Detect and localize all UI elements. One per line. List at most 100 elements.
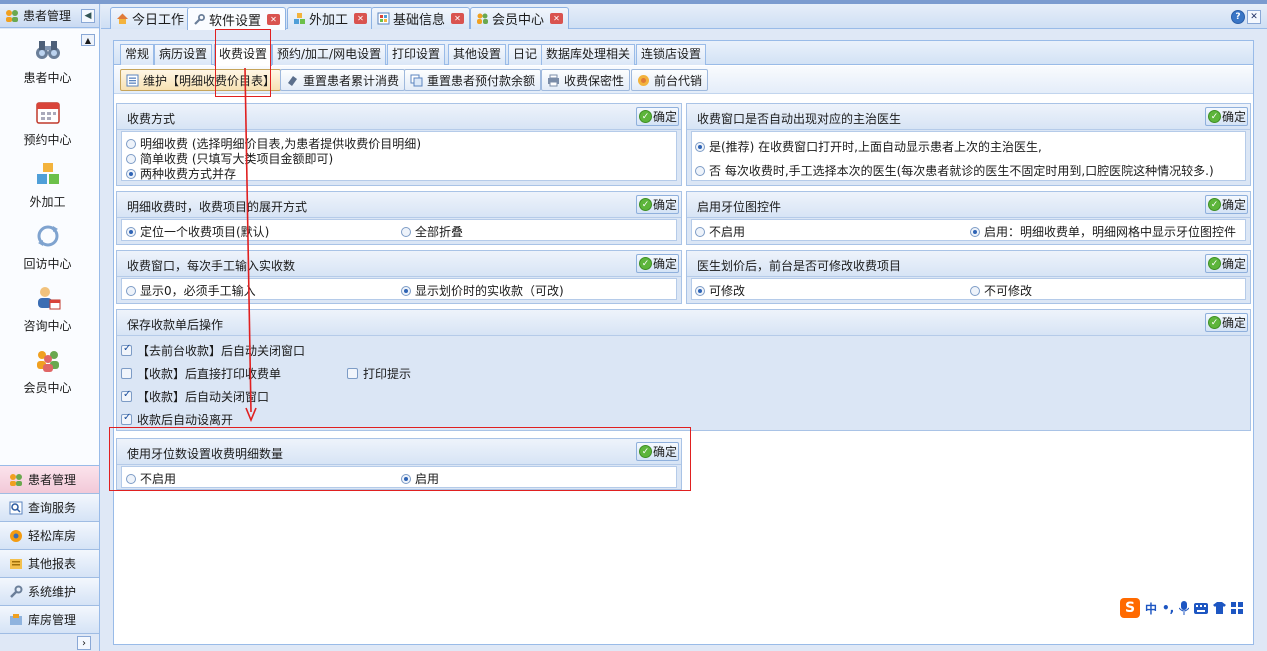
subtab-print[interactable]: 打印设置 xyxy=(387,44,446,65)
confirm-label: 确定 xyxy=(653,257,678,271)
group-after-save: 保存收款单后操作 ✓确定 【去前台收款】后自动关闭窗口 【收款】后直接打印收费单… xyxy=(116,309,1251,431)
help-icon[interactable]: ? xyxy=(1231,10,1245,24)
check-circle-icon: ✓ xyxy=(1208,198,1221,211)
settings-groups: 收费方式 ✓ 确定 明细收费 (选择明细价目表,为患者提供收费价目明细) 简单收费… xyxy=(116,103,1253,490)
list-icon xyxy=(126,74,139,86)
subtab-general[interactable]: 常规 xyxy=(120,44,155,65)
module-outsourcing[interactable]: 外加工 xyxy=(0,161,95,210)
module-label: 外加工 xyxy=(29,195,66,209)
ime-toolbar[interactable]: S 中 •, xyxy=(1120,597,1244,619)
option-label: 两种收费方式并存 xyxy=(140,167,237,181)
group-body: 可修改 不可修改 xyxy=(691,278,1246,300)
option-label: 否 每次收费时,手工选择本次的医生(每次患者就诊的医生不固定时用到,口腔医院这种… xyxy=(709,164,1214,178)
radio-not-modifiable[interactable]: 不可修改 xyxy=(970,282,1032,299)
confirm-button[interactable]: ✓ 确定 xyxy=(1205,107,1248,126)
reset-prepaid-button[interactable]: 重置患者预付款余额 xyxy=(404,69,542,91)
radio-both-fee[interactable]: 两种收费方式并存 xyxy=(126,165,236,182)
accordion-storage-management[interactable]: 库房管理 xyxy=(0,606,99,634)
option-label: 全部折叠 xyxy=(415,225,464,239)
module-follow-up-center[interactable]: 回访中心 xyxy=(0,223,95,272)
radio-auto-doctor[interactable]: 是(推荐) 在收费窗口打开时,上面自动显示患者上次的主治医生, xyxy=(695,138,1042,155)
front-consignment-button[interactable]: 前台代销 xyxy=(631,69,709,91)
sidebar-header: 患者管理 ◀ xyxy=(0,4,99,28)
module-patient-center[interactable]: 患者中心 xyxy=(0,37,95,86)
accordion-system-maintenance[interactable]: 系统维护 xyxy=(0,578,99,606)
info-icon xyxy=(377,12,390,25)
tab-label: 会员中心 xyxy=(492,13,545,28)
radio-manual-doctor[interactable]: 否 每次收费时,手工选择本次的医生(每次患者就诊的医生不固定时用到,口腔医院这种… xyxy=(695,162,1214,179)
tab-outsourcing[interactable]: 外加工 ✕ xyxy=(287,7,374,29)
reset-consumption-button[interactable]: 重置患者累计消费 xyxy=(280,69,406,91)
cubes-icon xyxy=(294,13,305,24)
radio-tooth-chart-off[interactable]: 不启用 xyxy=(695,223,745,240)
option-label: 【去前台收款】后自动关闭窗口 xyxy=(137,344,306,358)
query-icon xyxy=(9,501,23,514)
radio-show-priced-amount[interactable]: 显示划价时的实收款（可改) xyxy=(401,282,564,299)
subtab-database[interactable]: 数据库处理相关 xyxy=(541,44,636,65)
group-header: 收费窗口是否自动出现对应的主治医生 ✓ 确定 xyxy=(687,104,1250,130)
skin-icon xyxy=(1213,602,1227,614)
close-all-icon[interactable]: ✕ xyxy=(1247,10,1261,24)
confirm-button[interactable]: ✓ 确定 xyxy=(1205,195,1248,214)
radio-icon xyxy=(401,226,411,237)
module-appointment-center[interactable]: 预约中心 xyxy=(0,99,95,148)
accordion-label: 系统维护 xyxy=(28,585,77,599)
check-close-after-collect[interactable]: 【收款】后自动关闭窗口 xyxy=(121,388,269,405)
consult-icon xyxy=(37,287,60,310)
close-tab-icon[interactable]: ✕ xyxy=(451,13,465,24)
confirm-button[interactable]: ✓ 确定 xyxy=(636,195,679,214)
home-icon xyxy=(117,13,128,24)
group-header: 医生划价后，前台是否可修改收费项目 ✓ 确定 xyxy=(687,251,1250,277)
subtab-appointment[interactable]: 预约/加工/网电设置 xyxy=(272,44,387,65)
radio-collapse-all[interactable]: 全部折叠 xyxy=(401,223,463,240)
confirm-button[interactable]: ✓ 确定 xyxy=(1205,313,1248,332)
tab-basic-info[interactable]: 基础信息 ✕ xyxy=(371,7,471,29)
check-close-after-front-collect[interactable]: 【去前台收款】后自动关闭窗口 xyxy=(121,342,305,359)
tab-member-center[interactable]: 会员中心 ✕ xyxy=(470,7,570,29)
patients-icon xyxy=(6,9,18,22)
module-label: 咨询中心 xyxy=(23,319,72,333)
accordion-query-service[interactable]: 查询服务 xyxy=(0,494,99,522)
group-title: 保存收款单后操作 xyxy=(127,318,224,332)
confirm-button[interactable]: ✓ 确定 xyxy=(1205,254,1248,273)
module-label: 回访中心 xyxy=(23,257,72,271)
close-tab-icon[interactable]: ✕ xyxy=(267,13,281,25)
group-title: 启用牙位图控件 xyxy=(697,200,782,214)
subtab-other[interactable]: 其他设置 xyxy=(448,44,507,65)
group-header: 收费方式 ✓ 确定 xyxy=(117,104,681,130)
check-print-after-collect[interactable]: 【收款】后直接打印收费单 xyxy=(121,365,281,382)
tab-label: 软件设置 xyxy=(209,13,262,29)
radio-icon xyxy=(695,165,705,176)
settings-subtabs: 常规 病历设置 收费设置 预约/加工/网电设置 打印设置 其他设置 日记 数据库… xyxy=(114,41,1253,66)
tab-software-settings[interactable]: 软件设置 ✕ xyxy=(187,7,287,30)
confirm-button[interactable]: ✓ 确定 xyxy=(636,254,679,273)
expand-more-button[interactable]: › xyxy=(77,636,91,650)
option-label: 可修改 xyxy=(709,284,746,298)
accordion-easy-warehouse[interactable]: 轻松库房 xyxy=(0,522,99,550)
module-consult-center[interactable]: 咨询中心 xyxy=(0,285,95,334)
radio-locate-item[interactable]: 定位一个收费项目(默认) xyxy=(126,223,269,240)
accordion-patient-management[interactable]: 患者管理 xyxy=(0,466,99,494)
confirm-button[interactable]: ✓ 确定 xyxy=(636,107,679,126)
collapse-sidebar-button[interactable]: ◀ xyxy=(81,8,95,23)
module-list: ▲ 患者中心 预约中心 外加工 回访中心 咨询中心 会员中心 xyxy=(0,29,99,466)
option-label: 显示划价时的实收款（可改) xyxy=(415,284,564,298)
tab-today-work[interactable]: 今日工作 xyxy=(110,7,191,29)
check-print-prompt[interactable]: 打印提示 xyxy=(347,365,411,382)
subtab-chain-store[interactable]: 连锁店设置 xyxy=(636,44,707,65)
close-tab-icon[interactable]: ✕ xyxy=(354,13,368,24)
subtab-record[interactable]: 病历设置 xyxy=(154,44,213,65)
tab-label: 今日工作 xyxy=(132,13,185,28)
accordion-label: 轻松库房 xyxy=(28,529,77,543)
check-circle-icon: ✓ xyxy=(1208,110,1221,123)
accordion-other-reports[interactable]: 其他报表 xyxy=(0,550,99,578)
check-auto-leave[interactable]: 收款后自动设离开 xyxy=(121,411,233,428)
fee-privacy-button[interactable]: 收费保密性 xyxy=(541,69,631,91)
radio-tooth-chart-on[interactable]: 启用：明细收费单，明细网格中显示牙位图控件 xyxy=(970,223,1236,240)
option-label: 启用：明细收费单，明细网格中显示牙位图控件 xyxy=(984,225,1237,239)
subtab-diary[interactable]: 日记 xyxy=(508,44,543,65)
radio-show-zero[interactable]: 显示0，必须手工输入 xyxy=(126,282,256,299)
radio-modifiable[interactable]: 可修改 xyxy=(695,282,745,299)
close-tab-icon[interactable]: ✕ xyxy=(550,13,564,24)
module-member-center[interactable]: 会员中心 xyxy=(0,347,95,396)
